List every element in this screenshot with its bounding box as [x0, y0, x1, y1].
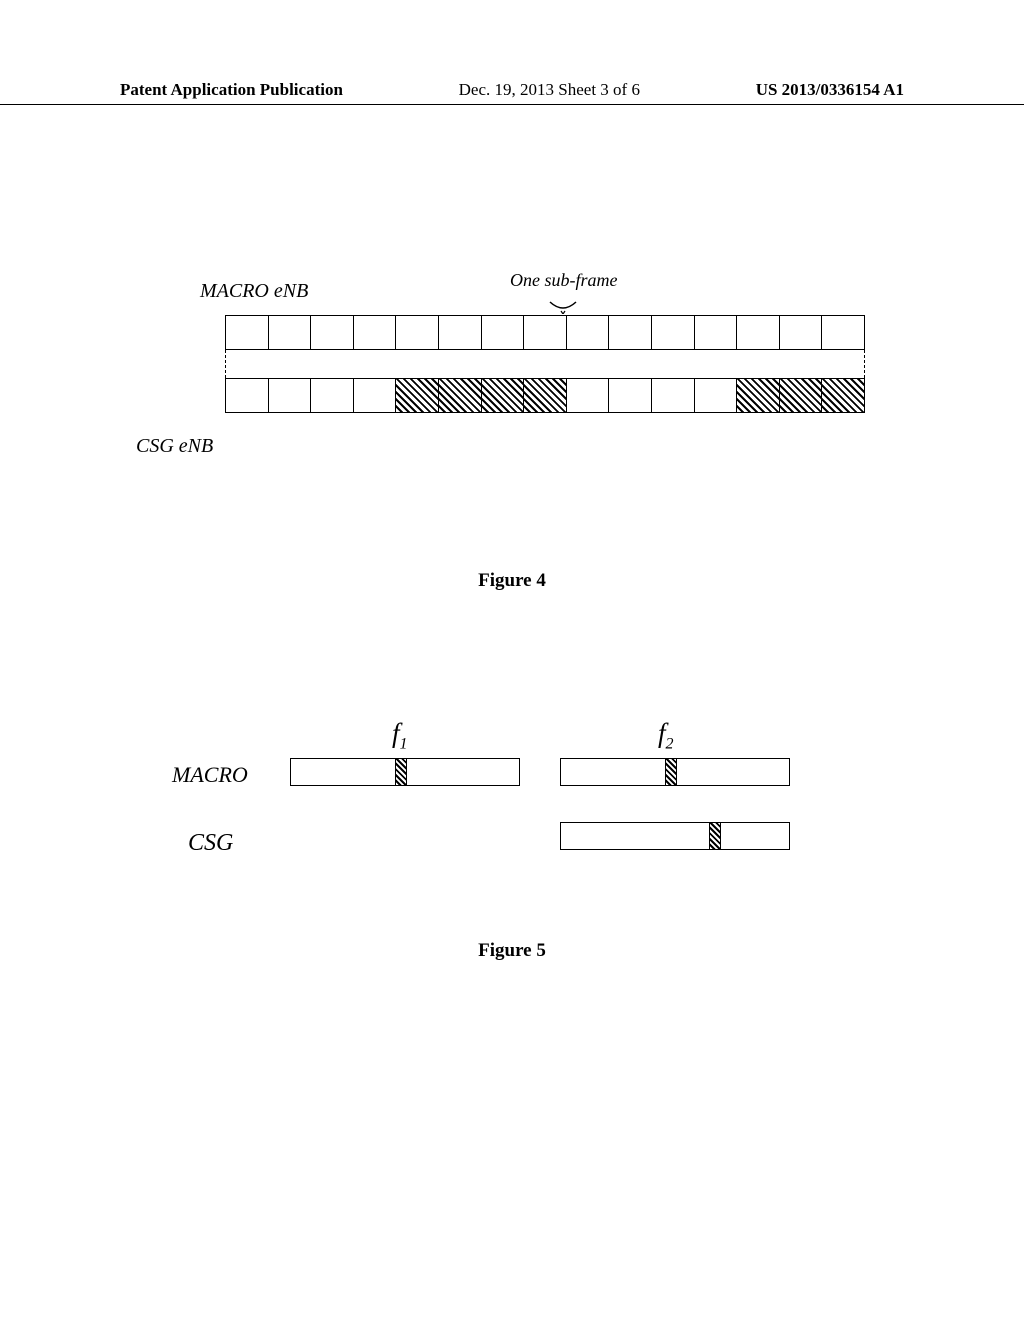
csg-bar-row [290, 822, 790, 850]
f2-sub: 2 [666, 735, 674, 752]
macro-f1-bar [290, 758, 520, 786]
macro-frame-row [225, 315, 865, 350]
csg-f2-bar [560, 822, 790, 850]
label-one-subframe: One sub-frame [510, 270, 617, 291]
subframe-cell [311, 379, 354, 412]
hatch-slice [665, 759, 677, 785]
page-header: Patent Application Publication Dec. 19, … [0, 80, 1024, 105]
header-date-sheet: Dec. 19, 2013 Sheet 3 of 6 [459, 80, 640, 100]
figure-4-caption: Figure 4 [140, 570, 884, 592]
csg-frame-row [225, 378, 865, 413]
label-f2: f2 [658, 718, 674, 753]
hatch-slice [709, 823, 721, 849]
subframe-cell [652, 379, 695, 412]
subframe-cell-hatched [482, 379, 525, 412]
subframe-cell [652, 316, 695, 349]
header-publication: Patent Application Publication [120, 80, 343, 100]
subframe-cell [439, 316, 482, 349]
figure-5-caption: Figure 5 [140, 940, 884, 962]
subframe-cell-hatched [780, 379, 823, 412]
label-csg-enb: CSG eNB [136, 435, 213, 458]
subframe-cell [354, 379, 397, 412]
subframe-cell [269, 316, 312, 349]
label-f1: f1 [392, 718, 408, 753]
subframe-cell [737, 316, 780, 349]
subframe-cell [226, 316, 269, 349]
macro-f2-bar [560, 758, 790, 786]
subframe-cell [609, 316, 652, 349]
hatch-slice [395, 759, 407, 785]
subframe-cell [609, 379, 652, 412]
label-csg: CSG [188, 830, 233, 857]
subframe-bracket-icon [548, 300, 578, 314]
bars-diagram [290, 758, 790, 886]
subframe-cell-hatched [524, 379, 567, 412]
subframe-cell-hatched [396, 379, 439, 412]
header-pub-number: US 2013/0336154 A1 [756, 80, 904, 100]
subframe-cell-hatched [737, 379, 780, 412]
subframe-cell [567, 316, 610, 349]
subframe-cell [780, 316, 823, 349]
subframe-cell [695, 316, 738, 349]
subframe-cell [311, 316, 354, 349]
subframe-cell [226, 379, 269, 412]
subframe-cell-hatched [822, 379, 864, 412]
subframe-cell [567, 379, 610, 412]
subframe-cell [482, 316, 525, 349]
subframe-cell [695, 379, 738, 412]
label-macro: MACRO [172, 762, 248, 788]
f1-text: f [392, 718, 400, 748]
subframe-cell [396, 316, 439, 349]
f2-text: f [658, 718, 666, 748]
label-macro-enb: MACRO eNB [200, 280, 308, 303]
frames-diagram [225, 315, 865, 413]
subframe-cell [269, 379, 312, 412]
subframe-cell-hatched [439, 379, 482, 412]
subframe-cell [822, 316, 864, 349]
gap-dashed [225, 350, 865, 378]
f1-sub: 1 [400, 735, 408, 752]
macro-bar-row [290, 758, 790, 786]
subframe-cell [524, 316, 567, 349]
subframe-cell [354, 316, 397, 349]
